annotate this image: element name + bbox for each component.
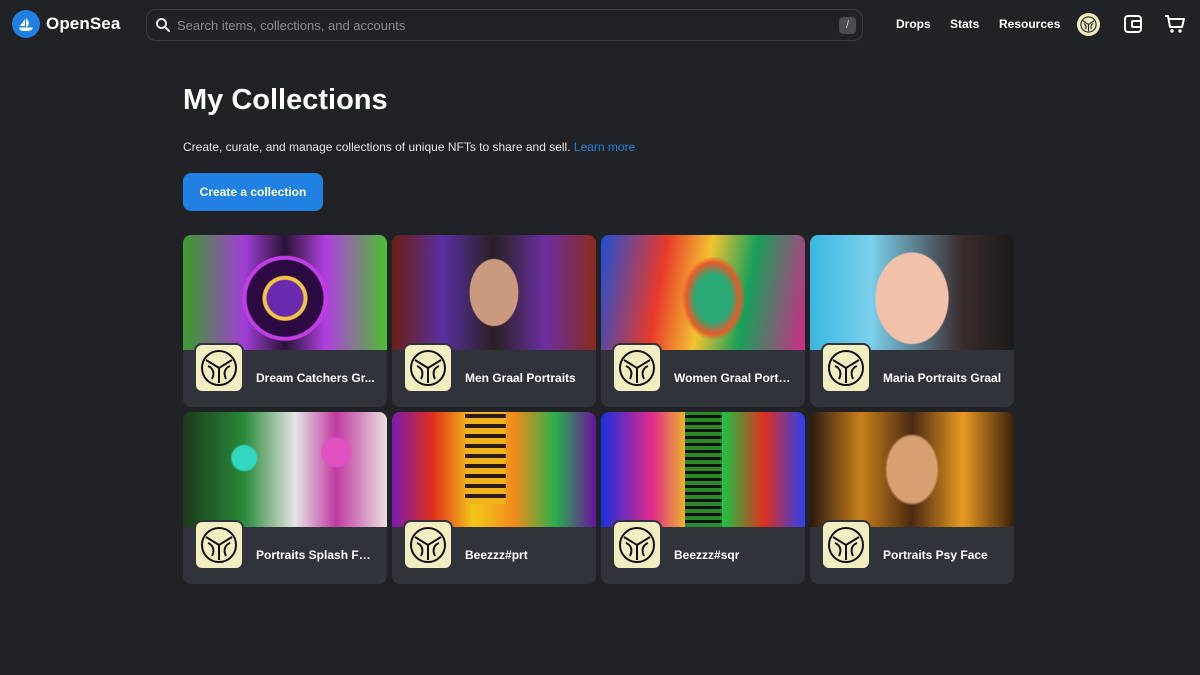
collection-name: Women Graal Portra... — [674, 371, 794, 385]
collection-avatar — [403, 343, 453, 393]
collection-name: Men Graal Portraits — [465, 371, 576, 385]
opensea-logo-icon — [12, 10, 40, 38]
collection-name: Portraits Splash Fac... — [256, 548, 376, 562]
collection-name: Maria Portraits Graal — [883, 371, 1002, 385]
collection-name: Dream Catchers Gr... — [256, 371, 375, 385]
search-shortcut-key: / — [839, 16, 856, 34]
collection-name: Beezzz#prt — [465, 548, 528, 562]
profile-avatar-icon[interactable] — [1077, 13, 1100, 36]
brand-name: OpenSea — [46, 14, 121, 33]
collection-name: Portraits Psy Face — [883, 548, 988, 562]
collection-avatar — [194, 343, 244, 393]
cart-icon[interactable] — [1164, 13, 1186, 40]
learn-more-link[interactable]: Learn more — [574, 140, 635, 154]
search-bar[interactable]: / — [146, 9, 863, 41]
collection-card[interactable]: Men Graal Portraits — [392, 235, 596, 407]
nav-link-drops[interactable]: Drops — [896, 17, 931, 31]
collection-card[interactable]: Portraits Splash Fac... — [183, 412, 387, 584]
wallet-icon[interactable] — [1123, 14, 1143, 39]
page-subtitle: Create, curate, and manage collections o… — [183, 140, 635, 154]
create-collection-button[interactable]: Create a collection — [183, 173, 323, 211]
collection-card[interactable]: Portraits Psy Face — [810, 412, 1014, 584]
collection-avatar — [821, 343, 871, 393]
collection-banner — [183, 412, 387, 527]
collection-avatar — [194, 520, 244, 570]
collection-banner — [392, 412, 596, 527]
subtitle-text: Create, curate, and manage collections o… — [183, 140, 571, 154]
collection-card[interactable]: Maria Portraits Graal — [810, 235, 1014, 407]
nav-link-stats[interactable]: Stats — [950, 17, 979, 31]
collection-banner — [810, 412, 1014, 527]
collection-avatar — [612, 520, 662, 570]
collection-banner — [810, 235, 1014, 350]
collection-name: Beezzz#sqr — [674, 548, 740, 562]
page-title: My Collections — [183, 84, 388, 116]
search-input[interactable] — [177, 17, 839, 33]
collection-card[interactable]: Dream Catchers Gr... — [183, 235, 387, 407]
nav-link-resources[interactable]: Resources — [999, 17, 1060, 31]
collection-card[interactable]: Beezzz#prt — [392, 412, 596, 584]
collection-banner — [601, 235, 805, 350]
search-icon — [156, 18, 170, 32]
collection-banner — [601, 412, 805, 527]
collection-banner — [183, 235, 387, 350]
brand-home-link[interactable]: OpenSea — [12, 10, 120, 38]
collection-card[interactable]: Beezzz#sqr — [601, 412, 805, 584]
top-nav: OpenSea / Drops Stats Resources — [0, 0, 1200, 48]
collection-avatar — [821, 520, 871, 570]
collections-grid: Dream Catchers Gr... Men Graal Portraits… — [183, 235, 1014, 584]
collection-avatar — [403, 520, 453, 570]
collection-banner — [392, 235, 596, 350]
collection-card[interactable]: Women Graal Portra... — [601, 235, 805, 407]
collection-avatar — [612, 343, 662, 393]
